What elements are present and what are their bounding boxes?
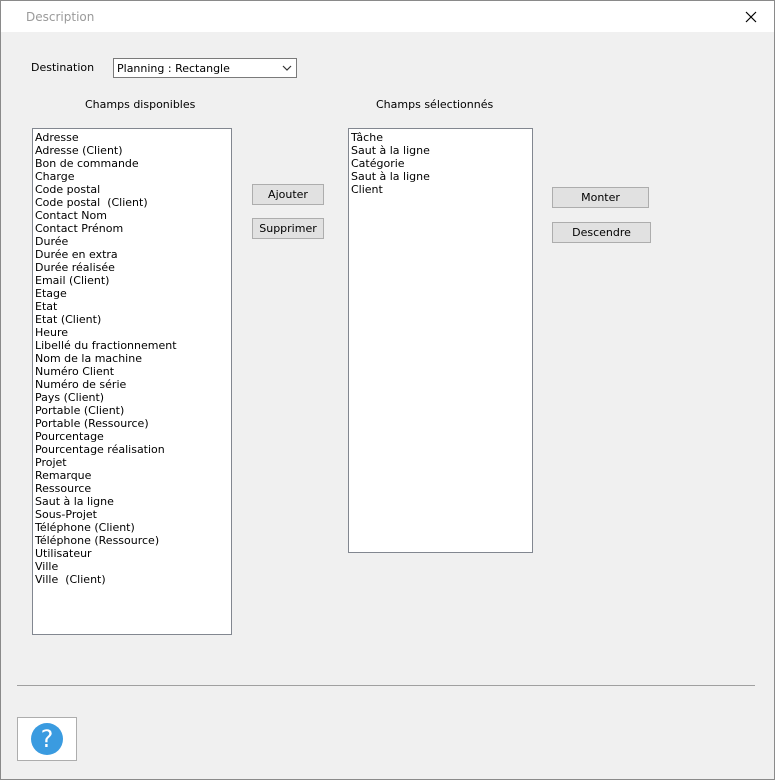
help-button[interactable]: ?	[17, 717, 77, 761]
available-field-item[interactable]: Utilisateur	[35, 547, 231, 560]
selected-fields-label: Champs sélectionnés	[376, 98, 494, 111]
available-field-item[interactable]: Pourcentage réalisation	[35, 443, 231, 456]
selected-field-item[interactable]: Client	[351, 183, 532, 196]
available-field-item[interactable]: Contact Prénom	[35, 222, 231, 235]
available-field-item[interactable]: Code postal	[35, 183, 231, 196]
destination-value: Planning : Rectangle	[117, 62, 230, 75]
title-bar: Description	[1, 1, 774, 32]
available-field-item[interactable]: Portable (Ressource)	[35, 417, 231, 430]
available-field-item[interactable]: Adresse	[35, 131, 231, 144]
available-field-item[interactable]: Numéro Client	[35, 365, 231, 378]
available-fields-label: Champs disponibles	[85, 98, 196, 111]
add-button[interactable]: Ajouter	[252, 184, 324, 205]
available-field-item[interactable]: Durée en extra	[35, 248, 231, 261]
available-field-item[interactable]: Numéro de série	[35, 378, 231, 391]
available-field-item[interactable]: Bon de commande	[35, 157, 231, 170]
destination-select[interactable]: Planning : Rectangle	[113, 58, 297, 78]
available-field-item[interactable]: Charge	[35, 170, 231, 183]
available-field-item[interactable]: Etat (Client)	[35, 313, 231, 326]
available-field-item[interactable]: Sous-Projet	[35, 508, 231, 521]
available-field-item[interactable]: Etage	[35, 287, 231, 300]
available-field-item[interactable]: Projet	[35, 456, 231, 469]
available-field-item[interactable]: Durée	[35, 235, 231, 248]
separator	[17, 685, 755, 686]
available-fields-list[interactable]: Adresse Adresse (Client) Bon de commande Ch…	[32, 128, 232, 635]
description-dialog: Description Destination Planning : Recta…	[0, 0, 775, 780]
available-field-item[interactable]: Durée réalisée	[35, 261, 231, 274]
available-field-item[interactable]: Téléphone (Ressource)	[35, 534, 231, 547]
available-field-item[interactable]: Ville	[35, 560, 231, 573]
available-field-item[interactable]: Contact Nom	[35, 209, 231, 222]
available-field-item[interactable]: Email (Client)	[35, 274, 231, 287]
destination-label: Destination	[31, 61, 95, 74]
available-field-item[interactable]: Téléphone (Client)	[35, 521, 231, 534]
chevron-down-icon	[282, 65, 292, 71]
available-field-item[interactable]: Portable (Client)	[35, 404, 231, 417]
available-field-item[interactable]: Pays (Client)	[35, 391, 231, 404]
available-field-item[interactable]: Code postal (Client)	[35, 196, 231, 209]
available-field-item[interactable]: Etat	[35, 300, 231, 313]
close-button[interactable]	[728, 1, 774, 32]
available-field-item[interactable]: Ville (Client)	[35, 573, 231, 586]
available-field-item[interactable]: Pourcentage	[35, 430, 231, 443]
window-title: Description	[26, 10, 95, 24]
available-field-item[interactable]: Libellé du fractionnement	[35, 339, 231, 352]
available-field-item[interactable]: Ressource	[35, 482, 231, 495]
remove-button[interactable]: Supprimer	[252, 218, 324, 239]
selected-field-item[interactable]: Tâche	[351, 131, 532, 144]
available-field-item[interactable]: Heure	[35, 326, 231, 339]
move-down-button[interactable]: Descendre	[552, 222, 651, 243]
close-icon	[745, 11, 757, 22]
available-field-item[interactable]: Saut à la ligne	[35, 495, 231, 508]
selected-fields-list[interactable]: Tâche Saut à la ligne Catégorie Saut à la l…	[348, 128, 533, 553]
move-up-button[interactable]: Monter	[552, 187, 649, 208]
selected-field-item[interactable]: Saut à la ligne	[351, 144, 532, 157]
help-icon: ?	[31, 723, 63, 755]
available-field-item[interactable]: Remarque	[35, 469, 231, 482]
selected-field-item[interactable]: Saut à la ligne	[351, 170, 532, 183]
selected-field-item[interactable]: Catégorie	[351, 157, 532, 170]
available-field-item[interactable]: Nom de la machine	[35, 352, 231, 365]
available-field-item[interactable]: Adresse (Client)	[35, 144, 231, 157]
